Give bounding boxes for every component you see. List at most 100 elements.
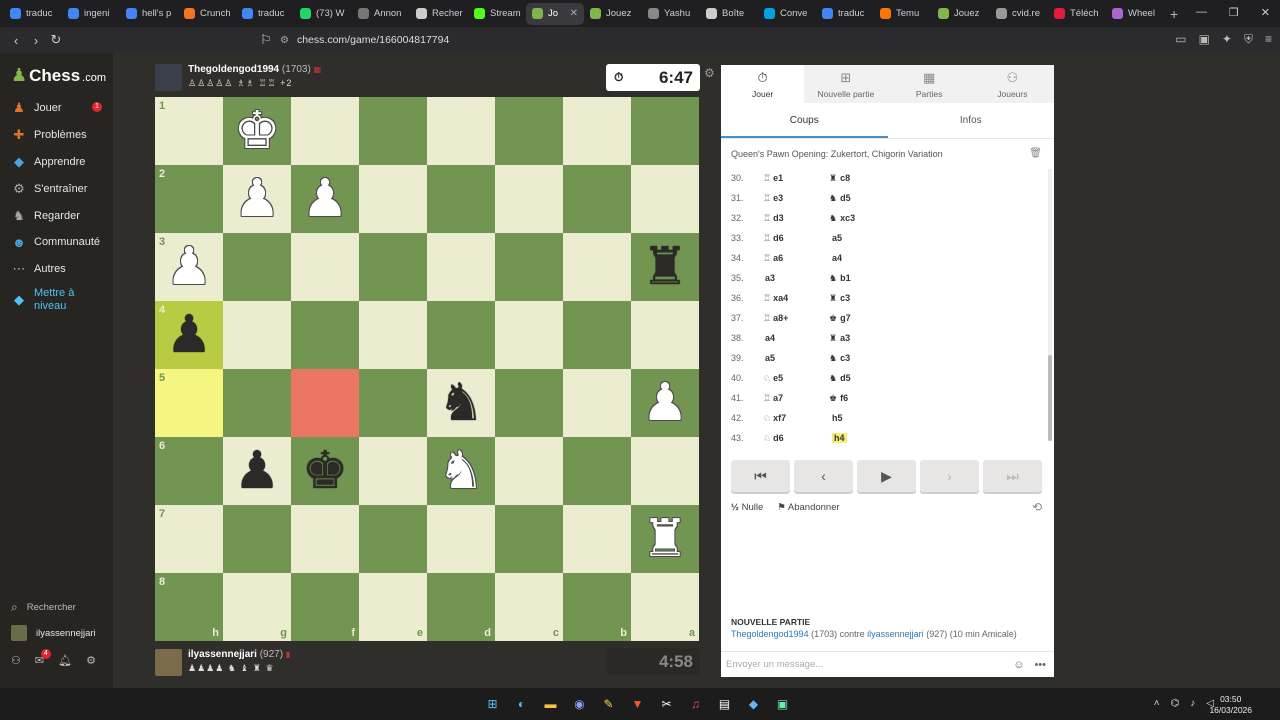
board-square[interactable]: 6: [155, 437, 223, 505]
board-square[interactable]: [495, 301, 563, 369]
browser-tab[interactable]: ingeni: [62, 3, 120, 25]
white-pawn-icon[interactable]: ♟: [631, 369, 699, 437]
board-square[interactable]: 1: [155, 97, 223, 165]
white-king-icon[interactable]: ♚: [223, 97, 291, 165]
board-square[interactable]: a: [631, 573, 699, 641]
move-list-scrollbar[interactable]: [1048, 169, 1052, 441]
board-square[interactable]: d: [427, 573, 495, 641]
url-field[interactable]: ⚙ chess.com/game/166004817794: [280, 30, 1000, 50]
board-square[interactable]: ♞: [427, 369, 495, 437]
previous-move-button[interactable]: ‹: [794, 460, 853, 492]
panel-tab-3[interactable]: ▦ Parties: [888, 65, 971, 103]
black-move[interactable]: h4: [829, 433, 847, 443]
white-pawn-icon[interactable]: ♟: [223, 165, 291, 233]
sidebar-item-6[interactable]: ☻ Communauté: [11, 234, 100, 250]
file-explorer-icon[interactable]: ▬: [540, 693, 561, 714]
flip-board-icon[interactable]: ⟲: [1032, 500, 1042, 514]
maximize-icon[interactable]: ❐: [1229, 6, 1239, 19]
browser-tab[interactable]: Boîte: [700, 3, 758, 25]
board-square[interactable]: ♟: [223, 165, 291, 233]
board-square[interactable]: ♚: [291, 437, 359, 505]
terminal-icon[interactable]: ▤: [714, 693, 735, 714]
browser-tab[interactable]: cvid.re: [990, 3, 1048, 25]
edge-icon[interactable]: ◐: [511, 693, 532, 714]
shield-icon[interactable]: ⛨: [1244, 32, 1253, 47]
board-square[interactable]: [359, 165, 427, 233]
back-icon[interactable]: ‹: [6, 33, 26, 48]
browser-tab[interactable]: Annon: [352, 3, 410, 25]
board-square[interactable]: [291, 505, 359, 573]
board-square[interactable]: [427, 233, 495, 301]
top-player-name[interactable]: Thegoldengod1994 (1703) ▦: [188, 64, 321, 75]
black-move[interactable]: a5: [829, 233, 842, 243]
black-move[interactable]: ♞ d5: [829, 193, 851, 204]
white-move[interactable]: ♘ e5: [763, 373, 783, 384]
browser-tab[interactable]: (73) W: [294, 3, 352, 25]
board-square[interactable]: [631, 165, 699, 233]
game-icon[interactable]: ▣: [772, 693, 793, 714]
board-square[interactable]: [359, 437, 427, 505]
browser-tab[interactable]: Crunch: [178, 3, 236, 25]
black-move[interactable]: ♚ g7: [829, 313, 851, 324]
board-square[interactable]: [359, 301, 427, 369]
board-square[interactable]: [631, 437, 699, 505]
board-square[interactable]: [563, 437, 631, 505]
browser-tab[interactable]: Wheel: [1106, 3, 1164, 25]
white-move[interactable]: ♖ d6: [763, 233, 784, 244]
sidebar-item-7[interactable]: ⋯ Autres: [11, 261, 66, 277]
browser-tab[interactable]: Recher: [410, 3, 468, 25]
board-square[interactable]: [223, 369, 291, 437]
panel-tab-1[interactable]: ⏱ Jouer: [721, 65, 805, 103]
browser-tab[interactable]: Jouez: [932, 3, 990, 25]
board-square[interactable]: ♞: [427, 437, 495, 505]
board-square[interactable]: [359, 233, 427, 301]
board-square[interactable]: [495, 97, 563, 165]
next-move-button[interactable]: ›: [920, 460, 979, 492]
white-move[interactable]: ♖ xa4: [763, 293, 788, 304]
board-square[interactable]: [563, 505, 631, 573]
board-square[interactable]: 3 ♟: [155, 233, 223, 301]
white-move[interactable]: ♖ a7: [763, 393, 783, 404]
sidebar-item-5[interactable]: ♞ Regarder: [11, 208, 80, 224]
bottom-player-avatar[interactable]: [155, 649, 182, 676]
capcut-icon[interactable]: ✂: [656, 693, 677, 714]
browser-tab[interactable]: Jouez: [584, 3, 642, 25]
bottom-player-name[interactable]: ilyassennejjari (927) ▮: [188, 649, 290, 660]
board-square[interactable]: [223, 505, 291, 573]
black-move[interactable]: ♞ c3: [829, 353, 850, 364]
board-square[interactable]: ♟: [223, 437, 291, 505]
board-square[interactable]: [631, 301, 699, 369]
browser-tab[interactable]: Yashu: [642, 3, 700, 25]
black-knight-icon[interactable]: ♞: [427, 369, 495, 437]
discord-icon[interactable]: ◉: [569, 693, 590, 714]
board-square[interactable]: [427, 505, 495, 573]
board-square[interactable]: [427, 165, 495, 233]
emoji-icon[interactable]: ☺: [1013, 659, 1024, 671]
board-square[interactable]: [495, 369, 563, 437]
bell-icon[interactable]: 🔔︎: [58, 654, 72, 667]
first-move-button[interactable]: ⏮: [731, 460, 790, 492]
black-move[interactable]: h5: [829, 413, 843, 423]
board-square[interactable]: [563, 369, 631, 437]
music-icon[interactable]: ♫: [685, 693, 706, 714]
board-square[interactable]: ♟: [291, 165, 359, 233]
sidebar-search[interactable]: ⌕ Rechercher: [11, 600, 76, 615]
board-square[interactable]: [495, 165, 563, 233]
sidebar-item-3[interactable]: ◆ Apprendre: [11, 154, 85, 170]
browser-tab[interactable]: Temu: [874, 3, 932, 25]
browser-tab[interactable]: Conve: [758, 3, 816, 25]
board-square[interactable]: ♜: [631, 505, 699, 573]
browser-tab[interactable]: Jo ✕: [526, 2, 584, 25]
black-rook-icon[interactable]: ♜: [631, 233, 699, 301]
new-tab-icon[interactable]: +: [1170, 6, 1178, 22]
scroll-thumb[interactable]: [1048, 355, 1052, 441]
board-square[interactable]: [495, 505, 563, 573]
board-square[interactable]: [223, 233, 291, 301]
white-move[interactable]: a3: [763, 273, 775, 283]
white-knight-icon[interactable]: ♞: [427, 437, 495, 505]
chevron-up-icon[interactable]: ˄: [1154, 698, 1160, 709]
black-move[interactable]: a4: [829, 253, 842, 263]
board-square[interactable]: [223, 301, 291, 369]
board-square[interactable]: 7: [155, 505, 223, 573]
black-move[interactable]: ♚ f6: [829, 393, 848, 404]
